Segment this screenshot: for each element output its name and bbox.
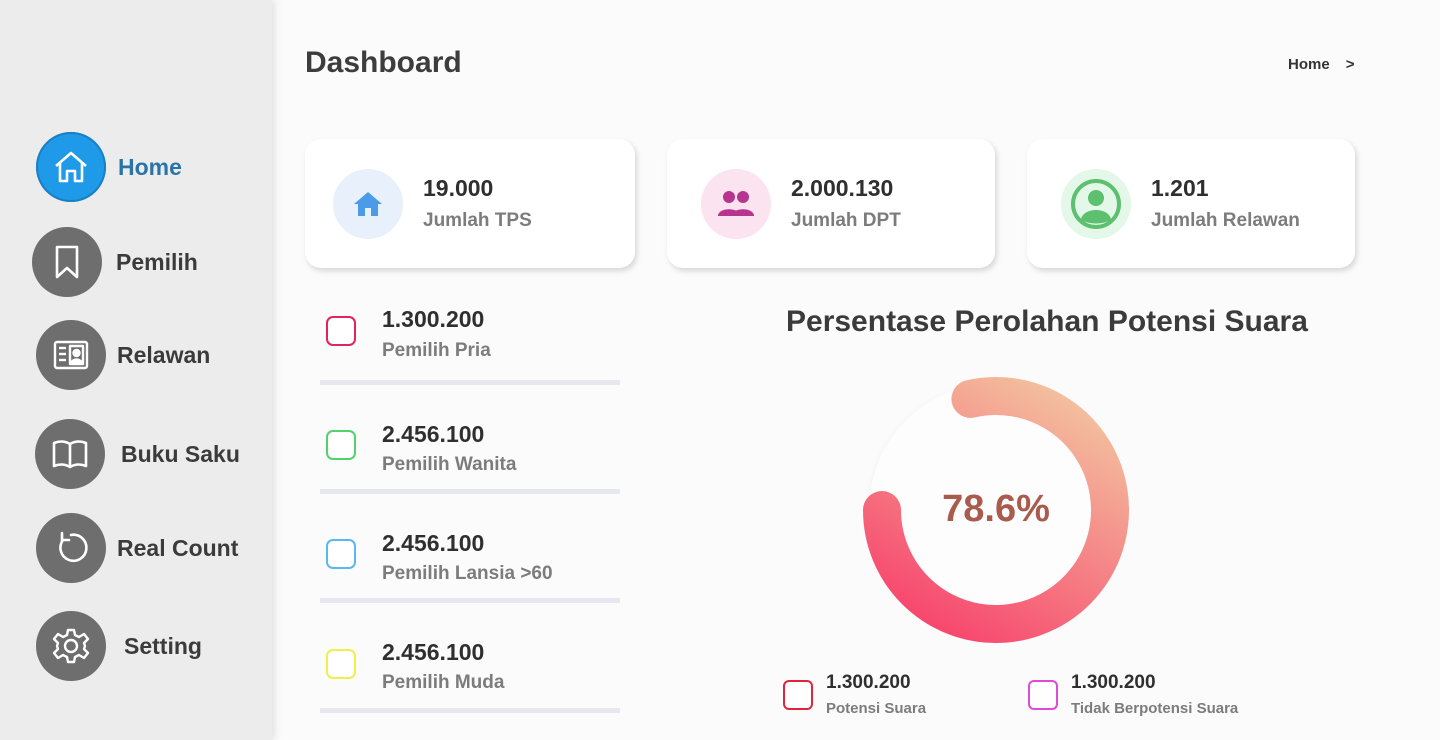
sidebar-item-label: Setting <box>124 632 202 659</box>
sidebar-item-label: Real Count <box>117 534 239 561</box>
stat-label: Jumlah TPS <box>423 210 532 231</box>
list-item-pemilih-wanita[interactable]: 2.456.100 Pemilih Wanita <box>320 393 620 494</box>
legend-swatch <box>1028 680 1058 710</box>
voter-label: Pemilih Wanita <box>382 454 517 475</box>
users-icon <box>701 168 771 239</box>
sidebar-item-label: Buku Saku <box>121 440 240 467</box>
stat-card-dpt: 2.000.130 Jumlah DPT <box>667 139 995 268</box>
legend-label: Tidak Berpotensi Suara <box>1071 700 1239 717</box>
breadcrumb-home[interactable]: Home <box>1288 56 1330 73</box>
breadcrumb: Home > <box>1288 56 1354 73</box>
book-icon <box>35 419 105 489</box>
home-icon <box>36 132 106 202</box>
voter-label: Pemilih Muda <box>382 672 505 693</box>
voter-value: 2.456.100 <box>382 530 485 556</box>
gear-icon <box>36 611 106 681</box>
voter-label: Pemilih Lansia >60 <box>382 563 553 584</box>
sidebar-item-label: Relawan <box>117 341 211 368</box>
stat-value: 19.000 <box>423 175 494 201</box>
legend-value: 1.300.200 <box>826 672 911 693</box>
sidebar: Home Pemilih Relawan Buku Saku Real Coun… <box>0 0 272 740</box>
donut-percent-label: 78.6% <box>942 488 1050 530</box>
sidebar-item-real-count[interactable]: Real Count <box>36 512 238 584</box>
list-item-pemilih-muda[interactable]: 2.456.100 Pemilih Muda <box>320 612 620 713</box>
stat-value: 2.000.130 <box>791 175 894 201</box>
sidebar-item-home[interactable]: Home <box>36 131 182 203</box>
refresh-icon <box>36 513 106 583</box>
legend-item-potensi: 1.300.200 Potensi Suara <box>783 672 926 717</box>
sidebar-item-buku-saku[interactable]: Buku Saku <box>35 418 240 490</box>
legend-label: Potensi Suara <box>826 700 927 717</box>
voter-label: Pemilih Pria <box>382 340 491 361</box>
color-swatch <box>326 430 356 460</box>
stat-label: Jumlah DPT <box>791 210 901 231</box>
stat-card-relawan: 1.201 Jumlah Relawan <box>1027 139 1355 268</box>
legend-value: 1.300.200 <box>1071 672 1156 693</box>
chart-title: Persentase Perolahan Potensi Suara <box>786 305 1308 338</box>
color-swatch <box>326 539 356 569</box>
page-title: Dashboard <box>305 46 462 79</box>
breadcrumb-separator: > <box>1345 56 1355 73</box>
sidebar-item-label: Home <box>118 153 182 180</box>
sidebar-item-label: Pemilih <box>116 248 198 275</box>
sidebar-item-pemilih[interactable]: Pemilih <box>32 226 198 298</box>
stat-label: Jumlah Relawan <box>1151 210 1300 231</box>
color-swatch <box>326 649 356 679</box>
stat-card-tps: 19.000 Jumlah TPS <box>305 139 635 268</box>
sidebar-item-setting[interactable]: Setting <box>36 610 202 682</box>
list-item-pemilih-pria[interactable]: 1.300.200 Pemilih Pria <box>320 284 620 385</box>
legend-swatch <box>783 680 813 710</box>
sidebar-item-relawan[interactable]: Relawan <box>36 319 210 391</box>
list-item-pemilih-lansia[interactable]: 2.456.100 Pemilih Lansia >60 <box>320 502 620 603</box>
color-swatch <box>326 316 356 346</box>
voter-value: 2.456.100 <box>382 639 485 665</box>
stat-value: 1.201 <box>1151 175 1209 201</box>
id-card-icon <box>36 320 106 390</box>
legend-item-tidak-berpotensi: 1.300.200 Tidak Berpotensi Suara <box>1028 672 1238 717</box>
user-circle-icon <box>1061 168 1131 239</box>
voter-value: 2.456.100 <box>382 421 485 447</box>
house-icon <box>333 168 403 239</box>
voter-value: 1.300.200 <box>382 306 485 332</box>
bookmark-icon <box>32 227 102 297</box>
